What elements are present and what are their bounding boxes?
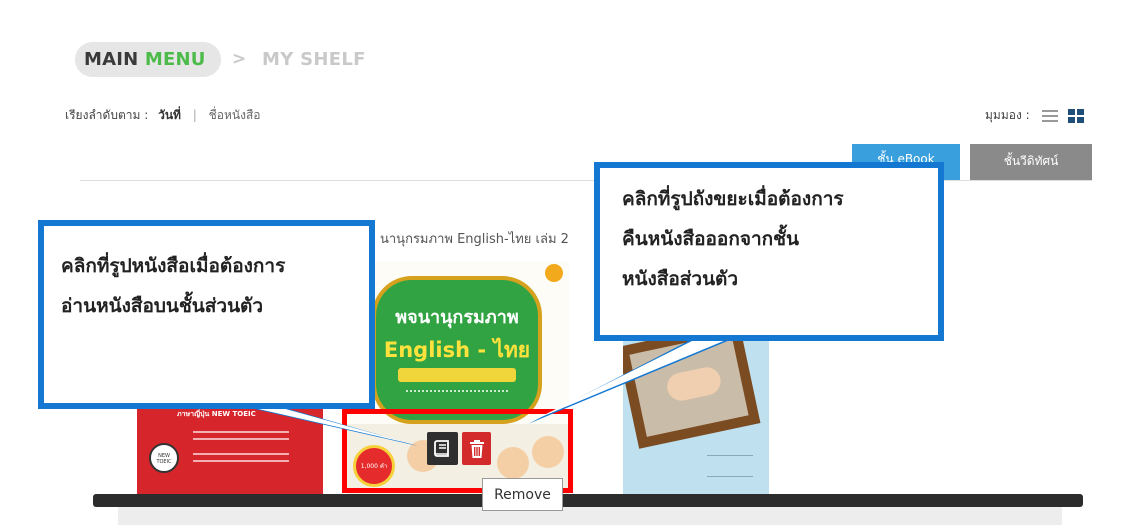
callout-read-hint: คลิกที่รูปหนังสือเมื่อต้องการ อ่านหนังสื… — [38, 220, 375, 409]
callout-return-line-2: คืนหนังสือออกจากชั้น — [622, 228, 800, 250]
callout-return-line-3: หนังสือส่วนตัว — [622, 268, 739, 290]
callout-return-hint: คลิกที่รูปถังขยะเมื่อต้องการ คืนหนังสืออ… — [594, 162, 944, 341]
callout-read-line-2: อ่านหนังสือบนชั้นส่วนตัว — [61, 295, 264, 317]
callout-read-line-1: คลิกที่รูปหนังสือเมื่อต้องการ — [61, 255, 286, 277]
callout-return-line-1: คลิกที่รูปถังขยะเมื่อต้องการ — [622, 188, 844, 210]
